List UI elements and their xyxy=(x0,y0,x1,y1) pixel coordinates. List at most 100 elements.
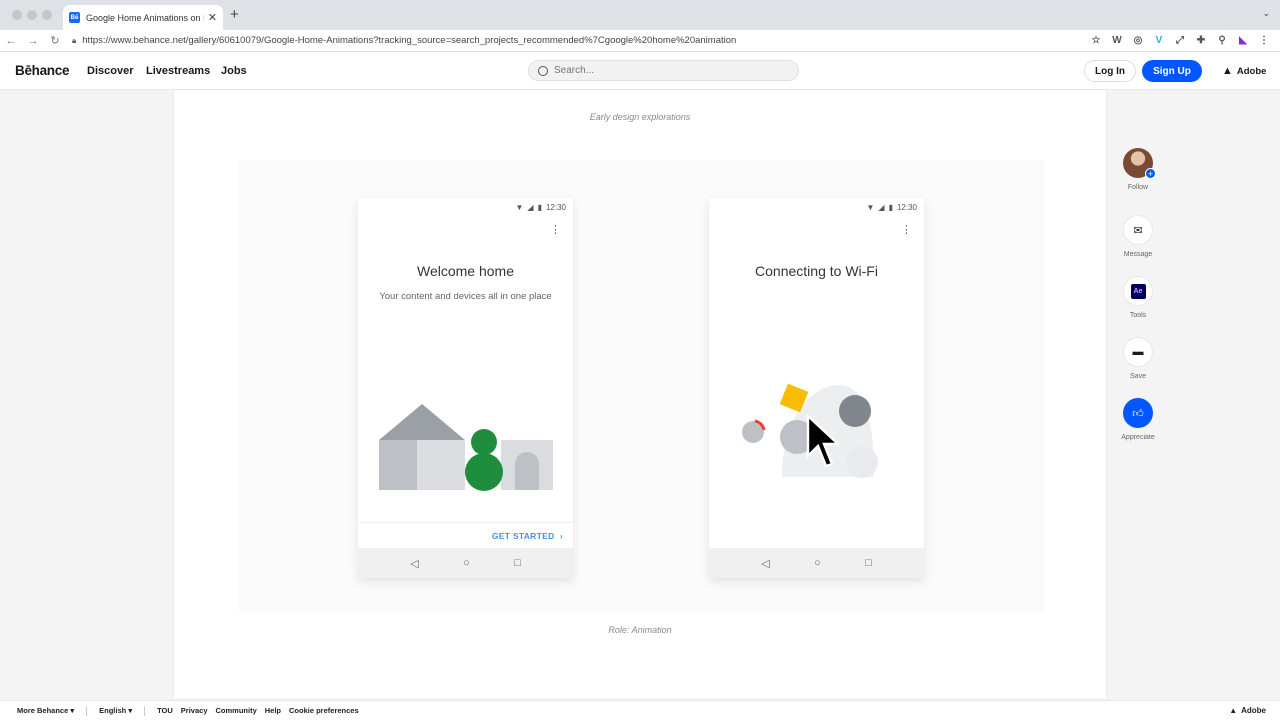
reload-icon[interactable]: ↻ xyxy=(44,34,66,47)
footer-link-community[interactable]: Community xyxy=(216,706,257,715)
overflow-menu-icon: ⋮ xyxy=(550,224,561,236)
message-label: Message xyxy=(1123,251,1153,258)
footer-link-tou[interactable]: TOU xyxy=(157,706,173,715)
battery-icon: ▮ xyxy=(888,203,893,212)
appreciate-label: Appreciate xyxy=(1121,434,1155,441)
tools-label: Tools xyxy=(1129,312,1147,319)
mouse-cursor-icon xyxy=(806,414,840,468)
footer-link-cookie-preferences[interactable]: Cookie preferences xyxy=(289,706,359,715)
adobe-link[interactable]: ▲ Adobe xyxy=(1222,65,1266,77)
behance-logo[interactable]: Bēhance xyxy=(15,63,69,78)
footer-link-privacy[interactable]: Privacy xyxy=(181,706,208,715)
lock-icon: 🔒︎ xyxy=(72,35,77,45)
extension-pin-icon[interactable]: ⚲ xyxy=(1216,35,1228,47)
welcome-title: Welcome home xyxy=(416,263,514,279)
wikipedia-extension-icon[interactable]: W xyxy=(1111,35,1123,47)
tab-title: Google Home Animations on Behance xyxy=(86,12,204,23)
overflow-menu-icon: ⋮ xyxy=(901,224,912,236)
nav-jobs[interactable]: Jobs xyxy=(221,65,247,77)
get-started-link: GET STARTED › xyxy=(492,531,563,541)
tools-action[interactable]: Ae Tools xyxy=(1114,276,1162,319)
nav-discover[interactable]: Discover xyxy=(87,65,133,77)
caret-down-icon: ▾ xyxy=(70,706,75,715)
android-nav-bar: ◁ ○ □ xyxy=(358,548,573,578)
browser-tab[interactable]: Bē Google Home Animations on Behance ✕ xyxy=(63,5,223,30)
phone-mockup-welcome: ▼ ◢ ▮ 12:30 ⋮ Welcome home Your content … xyxy=(358,198,573,578)
phone-status-bar: ▼ ◢ ▮ 12:30 xyxy=(866,203,917,212)
tab-close-icon[interactable]: ✕ xyxy=(208,11,217,24)
caret-down-icon: ▾ xyxy=(128,706,133,715)
wifi-icon: ▼ xyxy=(866,203,875,212)
tab-search-chevron-icon[interactable]: ⌄ xyxy=(1262,8,1270,19)
nav-livestreams[interactable]: Livestreams xyxy=(146,65,210,77)
search-box[interactable] xyxy=(528,60,799,81)
follow-action[interactable]: + Follow xyxy=(1114,148,1162,191)
search-input[interactable] xyxy=(554,65,774,76)
extensions-puzzle-icon[interactable]: ✚ xyxy=(1195,35,1207,47)
more-behance-menu[interactable]: More Behance ▾ xyxy=(17,706,74,715)
android-nav-bar: ◁ ○ □ xyxy=(709,548,924,578)
divider xyxy=(86,705,88,716)
signup-button[interactable]: Sign Up xyxy=(1142,60,1202,82)
search-icon xyxy=(538,65,548,76)
footer-adobe-link[interactable]: ▲ Adobe xyxy=(1229,706,1266,715)
vimeo-extension-icon[interactable]: V xyxy=(1153,35,1165,47)
home-illustration xyxy=(379,404,553,491)
phone-mockup-wifi: ▼ ◢ ▮ 12:30 ⋮ Connecting to Wi-Fi ◁ ○ □ xyxy=(709,198,924,578)
window-minimize-button[interactable] xyxy=(27,10,37,20)
footer-link-help[interactable]: Help xyxy=(265,706,281,715)
save-label: Save xyxy=(1130,373,1146,380)
back-icon[interactable]: ← xyxy=(0,35,22,47)
top-caption: Early design explorations xyxy=(589,112,691,122)
phone-time: 12:30 xyxy=(545,203,566,212)
browser-tabbar: Bē Google Home Animations on Behance ✕ +… xyxy=(0,0,1280,30)
window-zoom-button[interactable] xyxy=(42,10,52,20)
recents-square-icon: □ xyxy=(514,557,521,569)
signal-icon: ◢ xyxy=(878,203,885,212)
battery-icon: ▮ xyxy=(537,203,542,212)
extension-purple-icon[interactable]: ◣ xyxy=(1237,35,1249,47)
project-content: Early design explorations ▼ ◢ ▮ 12:30 ⋮ … xyxy=(173,90,1107,698)
save-button[interactable]: ▬ xyxy=(1123,337,1153,367)
plus-icon: + xyxy=(1145,168,1156,179)
new-tab-button[interactable]: + xyxy=(230,6,239,23)
message-action[interactable]: ✉ Message xyxy=(1114,215,1162,258)
url-field[interactable]: 🔒︎ https://www.behance.net/gallery/60610… xyxy=(66,35,1090,46)
window-close-button[interactable] xyxy=(12,10,22,20)
adobe-logo-icon: ▲ xyxy=(1229,706,1238,715)
browser-menu-icon[interactable]: ⋮ xyxy=(1258,35,1270,47)
appreciate-button[interactable]: 👍︎ xyxy=(1123,398,1153,428)
forward-icon[interactable]: → xyxy=(22,35,44,47)
save-action[interactable]: ▬ Save xyxy=(1114,337,1162,380)
footer-adobe-label: Adobe xyxy=(1241,706,1266,715)
address-bar: ← → ↻ 🔒︎ https://www.behance.net/gallery… xyxy=(0,30,1280,52)
adobe-label: Adobe xyxy=(1236,65,1267,77)
folder-icon: ▬ xyxy=(1132,346,1144,358)
bottom-caption: Role: Animation xyxy=(608,625,672,635)
tools-button[interactable]: Ae xyxy=(1123,276,1153,306)
avatar[interactable]: + xyxy=(1123,148,1156,179)
bookmark-star-icon[interactable]: ☆ xyxy=(1090,35,1102,47)
adobe-logo-icon: ▲ xyxy=(1222,65,1233,77)
home-circle-icon: ○ xyxy=(814,557,821,569)
signal-icon: ◢ xyxy=(527,203,534,212)
behance-favicon-icon: Bē xyxy=(69,12,80,23)
appreciate-action[interactable]: 👍︎ Appreciate xyxy=(1114,398,1162,441)
divider xyxy=(144,705,146,716)
language-select[interactable]: English ▾ xyxy=(99,706,132,715)
follow-label: Follow xyxy=(1127,184,1149,191)
login-button[interactable]: Log In xyxy=(1084,60,1136,82)
extension-arrows-icon[interactable]: ⤢ xyxy=(1174,35,1186,47)
back-triangle-icon: ◁ xyxy=(761,557,770,570)
divider xyxy=(358,522,573,523)
wifi-icon: ▼ xyxy=(515,203,524,212)
language-label: English xyxy=(99,706,127,715)
message-button[interactable]: ✉ xyxy=(1123,215,1153,245)
get-started-label: GET STARTED xyxy=(491,531,555,541)
home-circle-icon: ○ xyxy=(463,557,470,569)
recents-square-icon: □ xyxy=(865,557,872,569)
wifi-title: Connecting to Wi-Fi xyxy=(755,263,878,279)
url-text: https://www.behance.net/gallery/60610079… xyxy=(82,35,737,46)
site-header: Bēhance Discover Livestreams Jobs Log In… xyxy=(0,52,1280,90)
extension-globe-icon[interactable]: ◎ xyxy=(1132,35,1144,47)
